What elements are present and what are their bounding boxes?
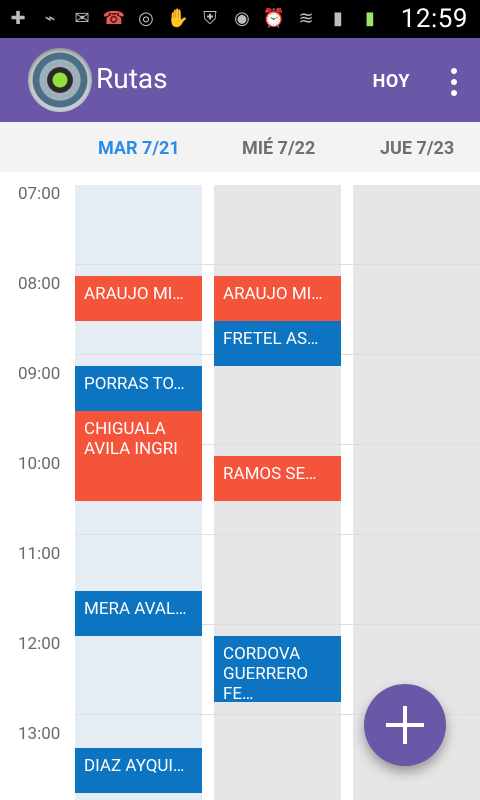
app-bar: Rutas HOY — [0, 38, 480, 122]
missed-call-icon: ☎ — [102, 7, 126, 29]
hour-label: 11:00 — [18, 544, 61, 564]
notification-icons: ✚ ⌁ ✉ ☎ ◎ ✋ ⛨ ◉ ⏰ ≋ ▮ ▮ — [6, 6, 382, 30]
today-button[interactable]: HOY — [373, 71, 410, 92]
hour-label: 09:00 — [18, 364, 61, 384]
event-card[interactable]: CHIGUALA AVILA INGRI — [75, 411, 202, 501]
wifi-icon: ≋ — [298, 7, 314, 29]
event-card[interactable]: RAMOS SE… — [214, 456, 341, 501]
event-card[interactable]: MERA AVAL… — [75, 591, 202, 636]
add-route-button[interactable] — [364, 684, 446, 766]
hour-label: 12:00 — [18, 634, 61, 654]
app-logo-icon — [28, 48, 92, 112]
hour-label: 08:00 — [18, 274, 61, 294]
shield-icon: ⛨ — [203, 7, 217, 29]
battery-icon: ▮ — [365, 7, 375, 29]
day-tab-1[interactable]: MIÉ 7/22 — [242, 138, 315, 159]
alarm-icon: ⏰ — [262, 7, 286, 29]
hour-label: 13:00 — [18, 724, 61, 744]
hour-row: 11:00 — [0, 534, 480, 636]
event-card[interactable]: ARAUJO MI… — [75, 276, 202, 321]
day-tab-2[interactable]: JUE 7/23 — [380, 138, 454, 159]
hour-label: 07:00 — [18, 184, 61, 204]
voicemail-icon: ◎ — [138, 7, 154, 29]
event-card[interactable]: PORRAS TO… — [75, 366, 202, 411]
event-card[interactable]: DIAZ AYQUI… — [75, 748, 202, 793]
status-right: 12:59 — [401, 4, 468, 34]
event-card[interactable]: ARAUJO MI… — [214, 276, 341, 321]
mail-icon: ✉ — [74, 7, 90, 29]
signal-icon: ▮ — [333, 7, 343, 29]
eye-icon: ◉ — [234, 7, 250, 29]
clock: 12:59 — [400, 4, 468, 34]
hour-row: 09:00 — [0, 354, 480, 456]
add-icon: ✚ — [10, 7, 26, 29]
day-tab-0[interactable]: MAR 7/21 — [98, 138, 180, 159]
day-header: MAR 7/21 MIÉ 7/22 JUE 7/23 — [0, 122, 480, 173]
usb-icon: ⌁ — [44, 7, 56, 29]
status-bar: ✚ ⌁ ✉ ☎ ◎ ✋ ⛨ ◉ ⏰ ≋ ▮ ▮ 12:59 — [0, 0, 480, 38]
hour-divider — [75, 534, 480, 535]
app-title: Rutas — [96, 62, 168, 95]
hour-label: 10:00 — [18, 454, 61, 474]
event-card[interactable]: CORDOVA GUERRERO FE… — [214, 636, 341, 702]
overflow-menu-icon[interactable] — [446, 68, 462, 96]
event-card[interactable]: FRETEL AS… — [214, 321, 341, 366]
hour-row: 07:00 — [0, 184, 480, 276]
hour-divider — [75, 264, 480, 265]
hand-icon: ✋ — [166, 7, 190, 29]
